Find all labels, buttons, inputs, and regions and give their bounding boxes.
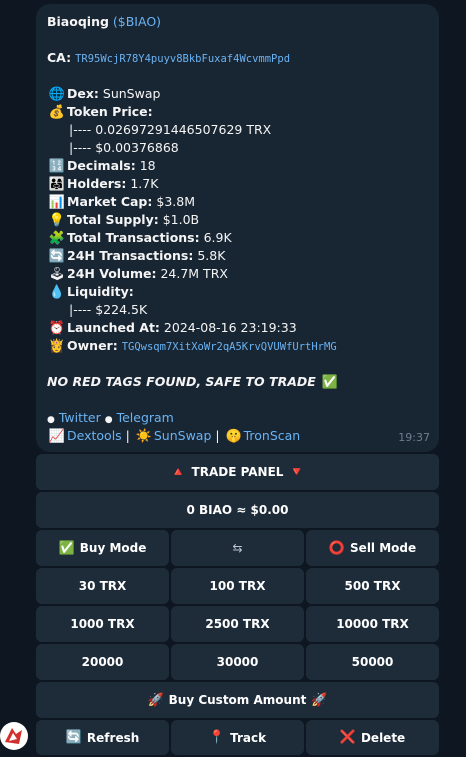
people-icon: 👨‍👩‍👧 bbox=[48, 177, 66, 192]
amount-button[interactable]: 20000 bbox=[36, 644, 169, 680]
sun-icon: ☀️ bbox=[135, 429, 152, 444]
red-circle-icon: ⭕ bbox=[328, 540, 346, 556]
mcap-row: 📊 Market Cap: $3.8M bbox=[48, 194, 195, 210]
launched-row: ⏰ Launched At: 2024-08-16 23:19:33 bbox=[48, 320, 297, 336]
twitter-link[interactable]: Twitter bbox=[59, 410, 101, 425]
social-links: ● Twitter ● Telegram bbox=[47, 410, 174, 425]
vol24-row: 🕹 24H Volume: 24.7M TRX bbox=[48, 266, 228, 282]
telegram-link[interactable]: Telegram bbox=[117, 410, 174, 425]
balance-button[interactable]: 0 BIAO ≈ $0.00 bbox=[36, 492, 439, 528]
puzzle-icon: 🧩 bbox=[48, 231, 66, 246]
rocket-icon: 🚀 bbox=[147, 692, 164, 708]
tx24-row: 🔄 24H Transactions: 5.8K bbox=[48, 248, 226, 264]
cycle-icon: 🔄 bbox=[48, 249, 66, 264]
owner-row: 👸 Owner: TGQwsqm7XitXoWr2qA5KrvQVUWfUrtHr… bbox=[48, 338, 337, 354]
amount-button[interactable]: 100 TRX bbox=[171, 568, 304, 604]
buy-custom-amount-button[interactable]: 🚀 Buy Custom Amount 🚀 bbox=[36, 682, 439, 718]
ca-row: CA: TR95WcjR78Y4puyv8BkbFuxaf4WcvmmPpd bbox=[47, 50, 291, 65]
alarm-clock-icon: ⏰ bbox=[48, 321, 66, 336]
delete-button[interactable]: ❌ Delete bbox=[306, 720, 439, 755]
bar-chart-icon: 📊 bbox=[48, 195, 66, 210]
amount-button[interactable]: 500 TRX bbox=[306, 568, 439, 604]
amount-button[interactable]: 1000 TRX bbox=[36, 606, 169, 642]
numbers-icon: 🔢 bbox=[48, 159, 66, 174]
decimals-row: 🔢 Decimals: 18 bbox=[48, 158, 156, 174]
token-title: Biaoqing ($BIAO) bbox=[47, 14, 162, 29]
globe-icon: 🌐 bbox=[48, 87, 66, 102]
swap-arrows-icon: ⇆ bbox=[232, 541, 243, 555]
holders-row: 👨‍👩‍👧 Holders: 1.7K bbox=[48, 176, 159, 192]
track-button[interactable]: 📍 Track bbox=[171, 720, 304, 755]
swap-mode-button[interactable]: ⇆ bbox=[171, 530, 304, 566]
dex-row: 🌐 Dex: SunSwap bbox=[48, 86, 161, 102]
price-trx: |---- 0.02697291446507629 TRX bbox=[69, 122, 272, 137]
safety-note: NO RED TAGS FOUND, SAFE TO TRADE ✅ bbox=[47, 374, 338, 390]
rocket-icon: 🚀 bbox=[311, 692, 328, 708]
light-bulb-icon: 💡 bbox=[48, 213, 66, 228]
amount-button[interactable]: 50000 bbox=[306, 644, 439, 680]
owner-address[interactable]: TGQwsqm7XitXoWr2qA5KrvQVUWfUrtHrMG bbox=[122, 341, 337, 353]
crown-person-icon: 👸 bbox=[48, 339, 66, 354]
buy-mode-button[interactable]: ✅ Buy Mode bbox=[36, 530, 169, 566]
liquidity-row: 💧 Liquidity: bbox=[48, 284, 134, 300]
check-mark-icon: ✅ bbox=[58, 540, 75, 556]
message-bubble: Biaoqing ($BIAO) CA: TR95WcjR78Y4puyv8Bk… bbox=[36, 4, 439, 452]
txs-row: 🧩 Total Transactions: 6.9K bbox=[48, 230, 232, 246]
sunswap-link[interactable]: SunSwap bbox=[154, 428, 212, 443]
tool-links: 📈 Dextools | ☀️ SunSwap | 🤫 TronScan bbox=[48, 428, 301, 444]
supply-row: 💡 Total Supply: $1.0B bbox=[48, 212, 200, 228]
refresh-button[interactable]: 🔄 Refresh bbox=[36, 720, 169, 755]
refresh-icon: 🔄 bbox=[65, 730, 82, 745]
bot-avatar-icon bbox=[1, 723, 27, 749]
money-bag-icon: 💰 bbox=[48, 105, 66, 120]
dextools-link[interactable]: Dextools bbox=[67, 428, 122, 443]
price-usd: |---- $0.00376868 bbox=[69, 140, 179, 155]
amount-button[interactable]: 10000 TRX bbox=[306, 606, 439, 642]
droplet-icon: 💧 bbox=[48, 285, 66, 300]
joystick-icon: 🕹 bbox=[48, 267, 66, 282]
coin-face-icon: 🤫 bbox=[225, 429, 242, 444]
chart-up-icon: 📈 bbox=[48, 429, 66, 444]
ca-address[interactable]: TR95WcjR78Y4puyv8BkbFuxaf4WcvmmPpd bbox=[75, 53, 290, 65]
cross-mark-icon: ❌ bbox=[339, 730, 356, 745]
pin-icon: 📍 bbox=[208, 730, 226, 745]
message-time: 19:37 bbox=[398, 431, 430, 444]
bot-avatar[interactable] bbox=[0, 722, 28, 750]
price-row: 💰 Token Price: bbox=[48, 104, 153, 120]
ticker-link[interactable]: ($BIAO) bbox=[113, 14, 161, 29]
check-mark-icon: ✅ bbox=[321, 375, 338, 390]
amount-button[interactable]: 30 TRX bbox=[36, 568, 169, 604]
amount-button[interactable]: 2500 TRX bbox=[171, 606, 304, 642]
triangle-up-icon: 🔺 bbox=[170, 464, 187, 480]
tronscan-link[interactable]: TronScan bbox=[244, 428, 301, 443]
liquidity-value: |---- $224.5K bbox=[69, 302, 148, 317]
amount-button[interactable]: 30000 bbox=[171, 644, 304, 680]
sell-mode-button[interactable]: ⭕ Sell Mode bbox=[306, 530, 439, 566]
trade-panel-button[interactable]: 🔺 TRADE PANEL 🔻 bbox=[36, 454, 439, 490]
triangle-down-icon: 🔻 bbox=[288, 464, 305, 480]
